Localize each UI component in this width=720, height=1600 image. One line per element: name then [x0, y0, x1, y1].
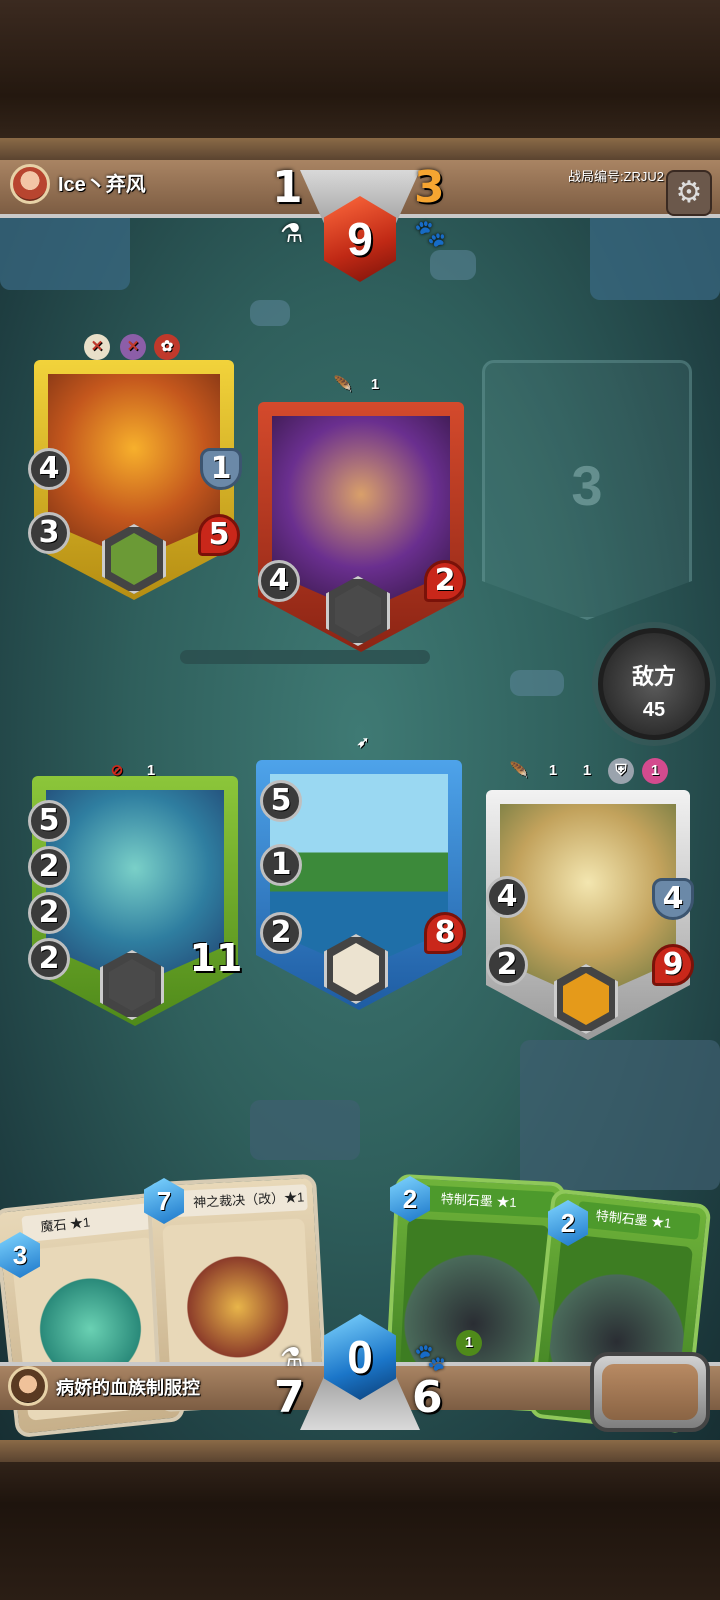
top-potion-count: 1	[272, 162, 303, 213]
settings-button[interactable]: ⚙	[666, 170, 712, 216]
paw-icon: 🐾	[414, 218, 447, 248]
card-badge-value: 1	[464, 1334, 474, 1351]
bottom-energy-value: 0	[347, 1331, 373, 1383]
unit-attack-stat: 4	[28, 448, 70, 490]
unit-hp-stat: 8	[424, 912, 466, 954]
unit-tag-value: 1	[548, 762, 558, 779]
unit-stat: 2	[28, 846, 70, 888]
unit-stat: 2	[28, 938, 70, 980]
unit-tag-value: 1	[370, 376, 380, 393]
skill-tag-icon: ✕	[84, 334, 110, 360]
skill-tag-icon: ✕	[120, 334, 146, 360]
unit-tag-value: 1	[146, 762, 156, 779]
unit-stat: 2	[260, 912, 302, 954]
enemy-unit-purple-mage[interactable]	[258, 402, 464, 652]
arrow-tag-icon: ➶	[356, 734, 370, 751]
gem-tag-icon: 1	[642, 758, 668, 784]
ban-icon: ⊘	[110, 762, 124, 779]
shield-icon: ⛨	[608, 758, 634, 784]
unit-tag-value: 1	[582, 762, 592, 779]
enemy-count: 45	[642, 699, 666, 721]
top-player-avatar[interactable]	[10, 164, 50, 204]
heal-tag-icon: 1	[540, 758, 566, 784]
skill-tag-icon: ✿	[154, 334, 180, 360]
game-id: 战局编号:ZRJU2	[567, 169, 664, 184]
enemy-view-button[interactable]: 敌方 45	[598, 628, 710, 740]
bow-tag-icon: 1	[574, 758, 600, 784]
paw-icon: 🐾	[414, 1342, 447, 1372]
bottom-potion-count: 7	[274, 1372, 305, 1423]
hand-card-title: 特制石墨 ★1	[422, 1185, 556, 1219]
feather-icon: 🪶	[509, 762, 529, 779]
empty-slot-number: 3	[571, 454, 603, 517]
card-badge: 1	[456, 1330, 482, 1356]
unit-stat: 2	[486, 944, 528, 986]
potion-icon: ⚗	[280, 218, 304, 248]
unit-move-stat: 3	[28, 512, 70, 554]
unit-hp-stat: 11	[189, 936, 243, 980]
wooden-frame-bottom	[0, 1440, 720, 1600]
unit-hp-stat: 5	[198, 514, 240, 556]
top-energy-value: 9	[347, 213, 373, 265]
bottom-player-avatar[interactable]	[8, 1366, 48, 1406]
bottom-player-name: 病娇的血族制服控	[56, 1378, 200, 1398]
unit-stat: 1	[260, 844, 302, 886]
hand-card-title: 魔石 ★1	[21, 1202, 156, 1243]
hand-card-title: 特制石墨 ★1	[576, 1201, 701, 1240]
top-player-name: Ice丶弃风	[58, 174, 146, 196]
gear-icon: ⚙	[675, 176, 703, 209]
unit-stat: 2	[28, 892, 70, 934]
end-turn-button[interactable]	[590, 1352, 710, 1432]
weapon-tag-icon: 1	[362, 372, 388, 398]
unit-stat: 5	[260, 780, 302, 822]
unit-attack-stat: 4	[258, 560, 300, 602]
hand-card-title: 神之裁决（改）★1	[174, 1184, 308, 1218]
unit-hp-stat: 2	[424, 560, 466, 602]
unit-armor-stat: 4	[652, 878, 694, 920]
empty-board-slot[interactable]: 3	[482, 360, 692, 620]
unit-stat: 4	[486, 876, 528, 918]
heal-tag-icon: 1	[138, 758, 164, 784]
bottom-paw-count: 6	[412, 1372, 443, 1423]
unit-hp-stat: 9	[652, 944, 694, 986]
feather-icon: 🪶	[333, 376, 353, 393]
top-paw-count: 3	[414, 162, 445, 213]
unit-armor-stat: 1	[200, 448, 242, 490]
unit-tag-value: 1	[650, 762, 660, 779]
potion-icon: ⚗	[280, 1342, 304, 1372]
wooden-frame-top	[0, 0, 720, 160]
enemy-label: 敌方	[631, 664, 676, 689]
unit-stat: 5	[28, 800, 70, 842]
